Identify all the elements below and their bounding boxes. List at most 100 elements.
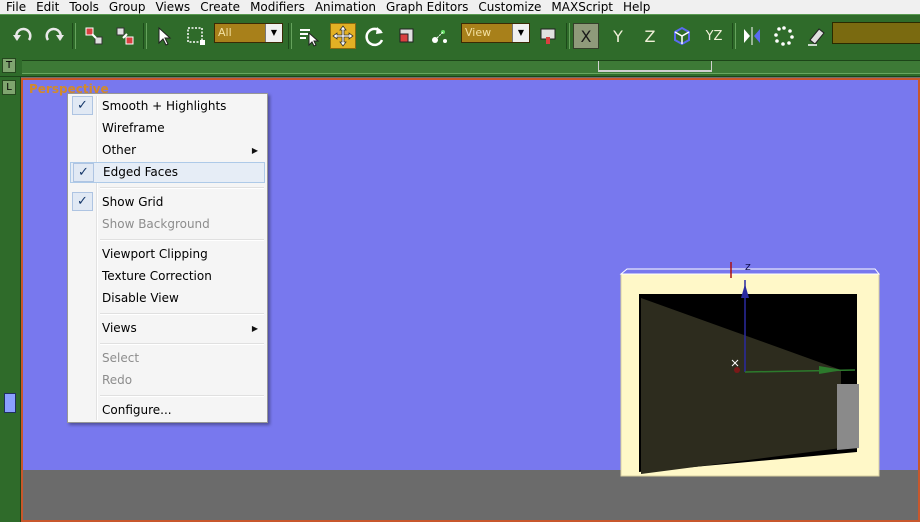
menu-item-configure[interactable]: Configure... <box>70 400 265 421</box>
menu-item-views[interactable]: Views ▶ <box>70 318 265 339</box>
chevron-down-icon: ▼ <box>265 24 282 42</box>
select-by-name-button[interactable] <box>296 23 322 49</box>
menu-item-label: Redo <box>102 373 133 387</box>
toolbar-separator <box>732 23 736 49</box>
pivot-center-button[interactable] <box>536 23 562 49</box>
select-by-name-icon <box>300 29 320 47</box>
track-button[interactable]: T <box>2 58 16 73</box>
menu-separator <box>100 313 264 315</box>
menu-help[interactable]: Help <box>618 0 655 14</box>
menu-views[interactable]: Views <box>150 0 195 14</box>
menu-item-show-grid[interactable]: ✓ Show Grid <box>70 192 265 213</box>
menu-file[interactable]: File <box>0 0 31 14</box>
menu-separator <box>100 395 264 397</box>
transform-gizmo-button[interactable] <box>669 23 695 49</box>
time-slider[interactable] <box>22 60 920 74</box>
reference-coord-value: View <box>465 26 492 39</box>
menu-item-texture-correction[interactable]: Texture Correction <box>70 266 265 287</box>
menu-edit[interactable]: Edit <box>31 0 64 14</box>
link-icon <box>85 27 103 45</box>
menu-item-other[interactable]: Other ▶ <box>70 140 265 161</box>
submenu-arrow-icon: ▶ <box>251 324 258 333</box>
restrict-y-button[interactable]: Y <box>605 23 631 49</box>
menu-item-redo: Redo <box>70 370 265 391</box>
menu-separator <box>100 239 264 241</box>
axis-yz-label: YZ <box>705 28 723 44</box>
restrict-x-button[interactable]: X <box>573 23 599 49</box>
menu-item-smooth-highlights[interactable]: ✓ Smooth + Highlights <box>70 96 265 117</box>
menu-item-label: Views <box>102 321 137 335</box>
toolbar-separator <box>143 23 147 49</box>
time-slider-thumb[interactable] <box>598 61 712 72</box>
menu-customize[interactable]: Customize <box>473 0 546 14</box>
track-strip: T <box>0 57 920 77</box>
menu-item-viewport-clipping[interactable]: Viewport Clipping <box>70 244 265 265</box>
select-button[interactable] <box>151 23 177 49</box>
menu-item-disable-view[interactable]: Disable View <box>70 288 265 309</box>
axis-y-label: Y <box>613 26 623 46</box>
checkmark-icon: ✓ <box>73 163 94 182</box>
menu-maxscript[interactable]: MAXScript <box>546 0 618 14</box>
menu-separator <box>100 343 264 345</box>
gizmo-z-label: z <box>745 260 751 273</box>
eraser-icon <box>808 28 825 46</box>
undo-button[interactable] <box>10 23 36 49</box>
restrict-z-button[interactable]: Z <box>637 23 663 49</box>
menu-item-label: Show Grid <box>102 195 164 209</box>
viewport-context-menu: ✓ Smooth + Highlights Wireframe Other ▶ … <box>67 93 268 423</box>
rotate-icon <box>365 27 384 47</box>
menu-separator <box>100 187 264 189</box>
submenu-arrow-icon: ▶ <box>251 146 258 155</box>
menu-item-label: Select <box>102 351 140 365</box>
selection-filter-dropdown[interactable]: All ▼ <box>214 23 283 43</box>
toolbar-separator <box>566 23 570 49</box>
named-selection-field[interactable] <box>832 22 920 44</box>
mirror-button[interactable] <box>739 23 765 49</box>
eraser-button[interactable] <box>803 23 829 49</box>
move-icon <box>332 25 354 47</box>
gizmo-cube-icon <box>674 26 690 46</box>
unlink-button[interactable] <box>112 23 138 49</box>
menu-item-label: Smooth + Highlights <box>102 99 227 113</box>
menu-group[interactable]: Group <box>104 0 151 14</box>
restrict-plane-button[interactable]: YZ <box>701 23 727 49</box>
menu-item-edged-faces[interactable]: ✓ Edged Faces <box>70 162 265 183</box>
menu-item-label: Viewport Clipping <box>102 247 208 261</box>
menu-item-label: Show Background <box>102 217 210 231</box>
menu-modifiers[interactable]: Modifiers <box>245 0 310 14</box>
pivot-button[interactable] <box>426 23 452 49</box>
rotate-button[interactable] <box>362 23 388 49</box>
toolbar-separator <box>288 23 292 49</box>
menu-item-label: Wireframe <box>102 121 165 135</box>
menu-graph-editors[interactable]: Graph Editors <box>381 0 473 14</box>
reference-coord-dropdown[interactable]: View ▼ <box>461 23 530 43</box>
layout-button[interactable]: L <box>2 80 16 95</box>
undo-icon <box>13 27 32 41</box>
main-toolbar: All ▼ View ▼ X Y Z YZ <box>0 14 920 58</box>
checkmark-icon: ✓ <box>72 96 93 115</box>
scale-button[interactable] <box>394 23 420 49</box>
menu-item-label: Texture Correction <box>102 269 212 283</box>
checkmark-icon: ✓ <box>72 192 93 211</box>
menu-item-show-background: Show Background <box>70 214 265 235</box>
region-select-button[interactable] <box>183 23 209 49</box>
menu-item-wireframe[interactable]: Wireframe <box>70 118 265 139</box>
link-button[interactable] <box>81 23 107 49</box>
mirror-icon <box>744 27 760 45</box>
menu-animation[interactable]: Animation <box>310 0 381 14</box>
redo-button[interactable] <box>41 23 67 49</box>
menu-create[interactable]: Create <box>195 0 245 14</box>
door-side <box>837 384 859 450</box>
panel-handle-icon[interactable] <box>4 393 16 413</box>
menu-item-label: Disable View <box>102 291 179 305</box>
menu-tools[interactable]: Tools <box>64 0 104 14</box>
array-button[interactable] <box>771 23 797 49</box>
toolbar-separator <box>72 23 76 49</box>
move-button[interactable] <box>330 23 356 49</box>
menu-item-label: Other <box>102 143 137 157</box>
left-panel: L <box>0 77 21 522</box>
menu-item-label: Configure... <box>102 403 172 417</box>
ground-plane <box>23 470 918 520</box>
array-icon <box>774 26 794 46</box>
axis-x-label: X <box>580 26 592 46</box>
